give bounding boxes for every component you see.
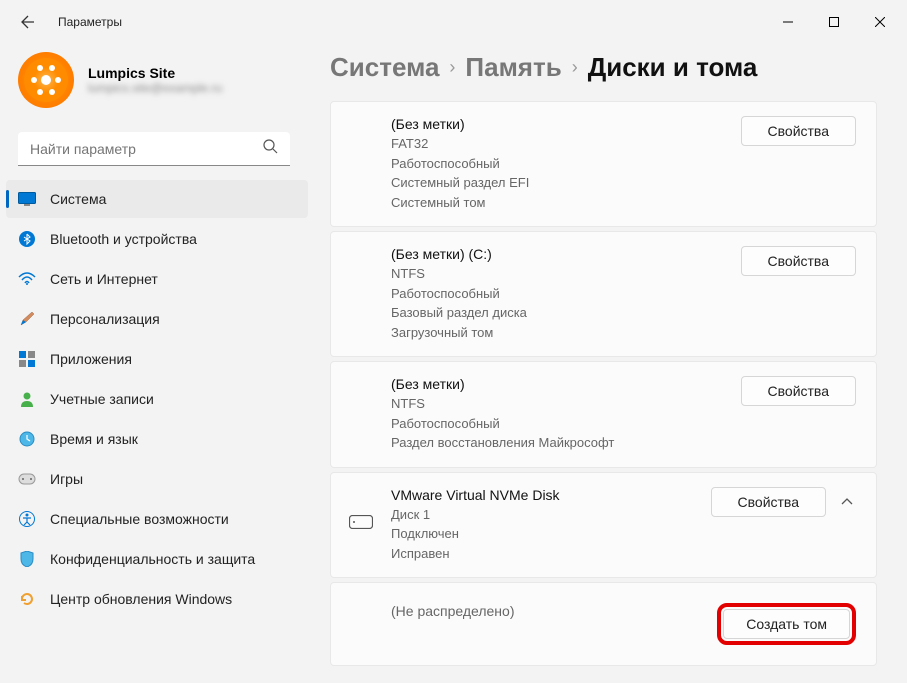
volume-card: (Без метки) FAT32РаботоспособныйСистемны…	[330, 101, 877, 227]
properties-button[interactable]: Свойства	[741, 116, 856, 146]
nav-label: Персонализация	[50, 311, 160, 327]
wifi-icon	[18, 270, 36, 288]
breadcrumb-current: Диски и тома	[588, 52, 758, 83]
volume-details: NTFSРаботоспособныйРаздел восстановления…	[391, 394, 725, 453]
nav-label: Учетные записи	[50, 391, 154, 407]
highlight-annotation: Создать том	[717, 603, 856, 645]
nav-label: Специальные возможности	[50, 511, 229, 527]
disk-card: VMware Virtual NVMe Disk Диск 1Подключен…	[330, 472, 877, 579]
accessibility-icon	[18, 510, 36, 528]
nav-label: Bluetooth и устройства	[50, 231, 197, 247]
chevron-up-icon	[840, 495, 854, 509]
display-icon	[18, 190, 36, 208]
nav-privacy[interactable]: Конфиденциальность и защита	[6, 540, 308, 578]
nav-label: Центр обновления Windows	[50, 591, 232, 607]
disk-details: Диск 1ПодключенИсправен	[391, 505, 695, 564]
maximize-button[interactable]	[811, 6, 857, 38]
nav-label: Игры	[50, 471, 83, 487]
nav-label: Время и язык	[50, 431, 138, 447]
disk-title: VMware Virtual NVMe Disk	[391, 487, 695, 503]
titlebar: Параметры	[0, 0, 907, 44]
nav-apps[interactable]: Приложения	[6, 340, 308, 378]
nav-label: Приложения	[50, 351, 132, 367]
create-volume-button[interactable]: Создать том	[723, 609, 850, 639]
search-icon	[263, 139, 278, 159]
profile[interactable]: Lumpics Site lumpics.site@example.ru	[0, 44, 308, 124]
update-icon	[18, 590, 36, 608]
main: Система › Память › Диски и тома (Без мет…	[320, 44, 907, 683]
minimize-button[interactable]	[765, 6, 811, 38]
volume-details: NTFSРаботоспособныйБазовый раздел дискаЗ…	[391, 264, 725, 342]
nav-bluetooth[interactable]: Bluetooth и устройства	[6, 220, 308, 258]
apps-icon	[18, 350, 36, 368]
nav-accessibility[interactable]: Специальные возможности	[6, 500, 308, 538]
nav-time[interactable]: Время и язык	[6, 420, 308, 458]
nav-gaming[interactable]: Игры	[6, 460, 308, 498]
nav-label: Конфиденциальность и защита	[50, 551, 255, 567]
profile-name: Lumpics Site	[88, 65, 222, 81]
arrow-left-icon	[20, 14, 36, 30]
properties-button[interactable]: Свойства	[741, 246, 856, 276]
window-title: Параметры	[58, 15, 122, 29]
sidebar: Lumpics Site lumpics.site@example.ru Сис…	[0, 44, 320, 683]
clock-icon	[18, 430, 36, 448]
unallocated-title: (Не распределено)	[391, 603, 701, 619]
nav-network[interactable]: Сеть и Интернет	[6, 260, 308, 298]
nav-accounts[interactable]: Учетные записи	[6, 380, 308, 418]
avatar	[18, 52, 74, 108]
search	[18, 132, 290, 166]
volume-title: (Без метки)	[391, 376, 725, 392]
nav-label: Сеть и Интернет	[50, 271, 158, 287]
nav-system[interactable]: Система	[6, 180, 308, 218]
minimize-icon	[783, 17, 793, 27]
breadcrumb-storage[interactable]: Память	[465, 52, 561, 83]
volume-title: (Без метки) (C:)	[391, 246, 725, 262]
profile-email: lumpics.site@example.ru	[88, 81, 222, 95]
chevron-right-icon: ›	[572, 57, 578, 78]
volume-title: (Без метки)	[391, 116, 725, 132]
close-icon	[875, 17, 885, 27]
disk-icon	[349, 515, 373, 535]
back-button[interactable]	[16, 10, 40, 34]
gamepad-icon	[18, 470, 36, 488]
properties-button[interactable]: Свойства	[711, 487, 826, 517]
chevron-right-icon: ›	[449, 57, 455, 78]
maximize-icon	[829, 17, 839, 27]
collapse-button[interactable]	[838, 495, 856, 509]
nav-personalization[interactable]: Персонализация	[6, 300, 308, 338]
volume-card: (Без метки) (C:) NTFSРаботоспособныйБазо…	[330, 231, 877, 357]
bluetooth-icon	[18, 230, 36, 248]
breadcrumb-system[interactable]: Система	[330, 52, 439, 83]
nav-label: Система	[50, 191, 106, 207]
person-icon	[18, 390, 36, 408]
nav: Система Bluetooth и устройства Сеть и Ин…	[0, 180, 308, 618]
search-input[interactable]	[18, 132, 290, 166]
shield-icon	[18, 550, 36, 568]
nav-update[interactable]: Центр обновления Windows	[6, 580, 308, 618]
volume-card: (Без метки) NTFSРаботоспособныйРаздел во…	[330, 361, 877, 468]
breadcrumb: Система › Память › Диски и тома	[330, 52, 877, 83]
properties-button[interactable]: Свойства	[741, 376, 856, 406]
close-button[interactable]	[857, 6, 903, 38]
volume-details: FAT32РаботоспособныйСистемный раздел EFI…	[391, 134, 725, 212]
brush-icon	[18, 310, 36, 328]
unallocated-card: (Не распределено) Создать том	[330, 582, 877, 666]
